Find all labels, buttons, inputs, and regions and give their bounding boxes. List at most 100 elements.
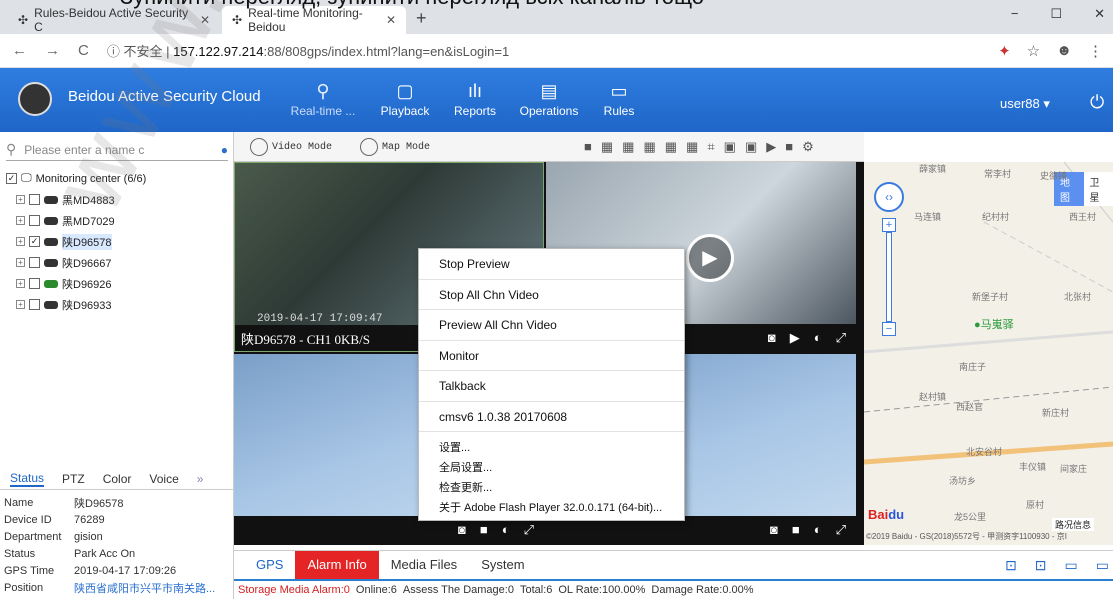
screen-alt-icon[interactable]: ▣ — [745, 139, 757, 155]
checkbox[interactable]: ✓ — [6, 173, 17, 184]
layout-16-icon[interactable]: ▦ — [686, 139, 698, 155]
snapshot-icon[interactable]: ◙ — [768, 330, 776, 346]
new-tab-button[interactable]: + — [416, 8, 427, 29]
lock-alt-icon[interactable]: ⊡ — [1035, 557, 1047, 574]
forward-icon[interactable]: → — [45, 42, 60, 59]
menu-monitor[interactable]: Monitor — [419, 341, 684, 371]
extension-icon[interactable]: ✦ — [998, 42, 1011, 60]
menu-flash-global-settings[interactable]: 全局设置... — [419, 458, 684, 478]
settings-gear-icon[interactable]: ⚙ — [802, 139, 814, 155]
tab-alarm-info[interactable]: Alarm Info — [295, 550, 379, 579]
tab-media-files[interactable]: Media Files — [379, 551, 469, 579]
layout-4-icon[interactable]: ▦ — [601, 139, 613, 155]
layout-1-icon[interactable]: ■ — [584, 139, 592, 155]
tab-system[interactable]: System — [469, 551, 536, 579]
traffic-button[interactable]: 路况信息 — [1052, 518, 1095, 531]
map-mode-button[interactable]: Map Mode — [360, 136, 430, 158]
fullscreen-icon[interactable]: ⤢ — [524, 522, 534, 538]
checkbox[interactable]: ✓ — [29, 236, 40, 247]
nav-playback[interactable]: ▢ Playback — [370, 78, 440, 118]
lock-icon[interactable]: ⊡ — [1005, 557, 1017, 574]
search-clear-icon[interactable]: ● — [221, 143, 228, 157]
browser-tab-realtime[interactable]: ✣ Real-time Monitoring-Beidou ✕ — [222, 6, 406, 34]
screen-icon[interactable]: ▣ — [724, 139, 736, 155]
tab-status[interactable]: Status — [10, 471, 45, 487]
expand-icon[interactable]: + — [16, 195, 25, 204]
nav-operations[interactable]: ▤ Operations — [514, 78, 584, 118]
fullscreen-icon[interactable]: ⤢ — [836, 330, 846, 346]
stop-icon[interactable]: ■ — [480, 522, 488, 538]
expand-icon[interactable]: + — [16, 279, 25, 288]
menu-stop-all-chn-video[interactable]: Stop All Chn Video — [419, 280, 684, 310]
menu-stop-preview[interactable]: Stop Preview — [419, 249, 684, 280]
back-icon[interactable]: ← — [12, 42, 27, 59]
zoom-in-icon[interactable]: + — [882, 218, 896, 232]
stop-icon[interactable]: ■ — [792, 522, 800, 538]
playback-icon: ▢ — [396, 81, 414, 101]
menu-icon[interactable]: ⋮ — [1088, 42, 1103, 60]
play-icon[interactable]: ▶ — [766, 139, 776, 155]
volume-icon[interactable]: ◐ — [502, 522, 510, 538]
map-panel[interactable]: 地图 卫星 ‹› + − 薛家镇 常李村 史德镇 马连镇 纪村村 西王村 新堡子… — [864, 162, 1113, 545]
snapshot-icon[interactable]: ◙ — [770, 522, 778, 538]
layout-8-icon[interactable]: ▦ — [643, 139, 655, 155]
tree-item[interactable]: + 陕D96926 — [6, 273, 146, 294]
layout-9-icon[interactable]: ▦ — [665, 139, 677, 155]
checkbox[interactable] — [29, 215, 40, 226]
expand-icon[interactable]: + — [16, 237, 25, 246]
bookmark-star-icon[interactable]: ☆ — [1027, 42, 1040, 60]
maximize-button[interactable]: ☐ — [1050, 6, 1062, 22]
close-tab-icon[interactable]: ✕ — [386, 13, 396, 27]
expand-icon[interactable]: + — [16, 216, 25, 225]
menu-talkback[interactable]: Talkback — [419, 371, 684, 402]
power-icon[interactable]: ⏻ — [1090, 92, 1104, 113]
profile-icon[interactable]: ☻ — [1056, 42, 1072, 60]
close-window-button[interactable]: ✕ — [1094, 6, 1105, 22]
tab-color[interactable]: Color — [103, 472, 132, 486]
map-poi[interactable]: ●马嵬驿 — [974, 316, 1014, 332]
menu-flash-about[interactable]: 关于 Adobe Flash Player 32.0.0.171 (64-bit… — [419, 498, 684, 518]
nav-realtime[interactable]: ⚲ Real-time ... — [288, 78, 358, 118]
expand-panel-icon[interactable]: ▭ — [1096, 557, 1109, 574]
tab-gps[interactable]: GPS — [244, 551, 295, 579]
expand-icon[interactable]: + — [16, 300, 25, 309]
fullscreen-layout-icon[interactable]: ⌗ — [707, 139, 714, 155]
zoom-out-icon[interactable]: − — [882, 322, 896, 336]
menu-preview-all-chn-video[interactable]: Preview All Chn Video — [419, 310, 684, 341]
play-overlay-icon[interactable]: ▶ — [686, 234, 734, 282]
checkbox[interactable] — [29, 194, 40, 205]
tab-voice[interactable]: Voice — [149, 472, 178, 486]
stop-icon[interactable]: ■ — [785, 139, 793, 155]
volume-icon[interactable]: ◐ — [814, 330, 822, 346]
tree-item[interactable]: + ✓ 陕D96578 — [6, 231, 146, 252]
layout-6-icon[interactable]: ▦ — [622, 139, 634, 155]
checkbox[interactable] — [29, 278, 40, 289]
tree-item[interactable]: + 陕D96667 — [6, 252, 146, 273]
video-mode-button[interactable]: Video Mode — [250, 136, 332, 158]
snapshot-icon[interactable]: ◙ — [458, 522, 466, 538]
menu-flash-check-updates[interactable]: 检查更新... — [419, 478, 684, 498]
map-label: 西王村 — [1069, 212, 1097, 222]
nav-rules[interactable]: ▭ Rules — [584, 78, 654, 118]
window-icon[interactable]: ▭ — [1065, 557, 1078, 574]
expand-icon[interactable]: + — [16, 258, 25, 267]
tree-item[interactable]: + 陕D96933 — [6, 294, 146, 315]
info-row: Department gision — [4, 528, 215, 545]
satellite-view-button[interactable]: 卫星 — [1083, 172, 1113, 206]
nav-reports[interactable]: ılı Reports — [440, 78, 510, 118]
menu-version: cmsv6 1.0.38 20170608 — [419, 402, 684, 432]
more-tabs-icon[interactable]: » — [197, 472, 204, 486]
pan-control-icon[interactable]: ‹› — [874, 182, 904, 212]
play-icon[interactable]: ▶ — [790, 330, 800, 346]
reload-icon[interactable]: C — [78, 42, 89, 59]
volume-icon[interactable]: ◐ — [814, 522, 822, 538]
user-menu[interactable]: user88 ▾ — [1000, 96, 1050, 112]
minimize-button[interactable]: − — [1011, 6, 1019, 22]
checkbox[interactable] — [29, 257, 40, 268]
menu-flash-settings[interactable]: 设置... — [419, 438, 684, 458]
tab-ptz[interactable]: PTZ — [62, 472, 85, 486]
tree-item-label: 陕D96926 — [62, 278, 112, 291]
fullscreen-icon[interactable]: ⤢ — [836, 522, 846, 538]
zoom-slider[interactable] — [886, 232, 892, 322]
checkbox[interactable] — [29, 299, 40, 310]
